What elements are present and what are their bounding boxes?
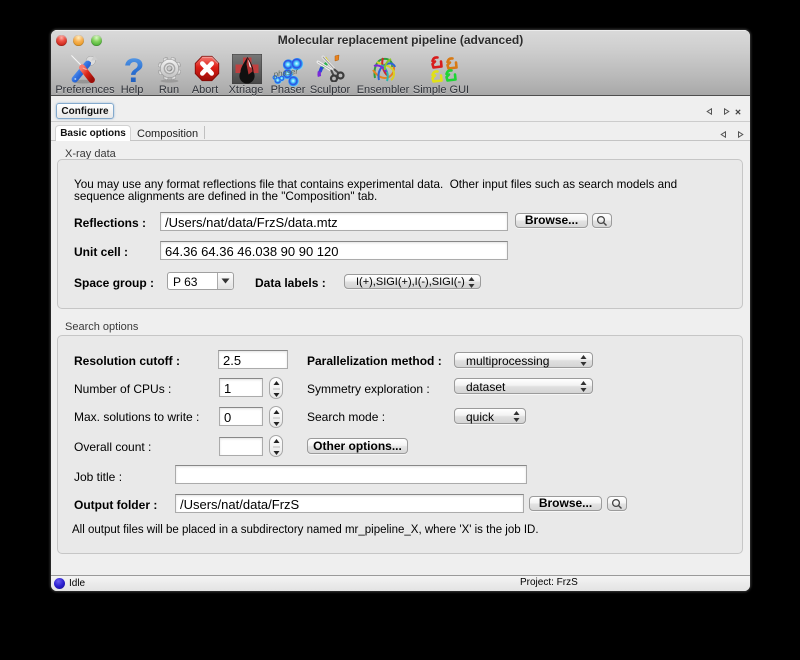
svg-text:?: ? xyxy=(124,54,145,84)
